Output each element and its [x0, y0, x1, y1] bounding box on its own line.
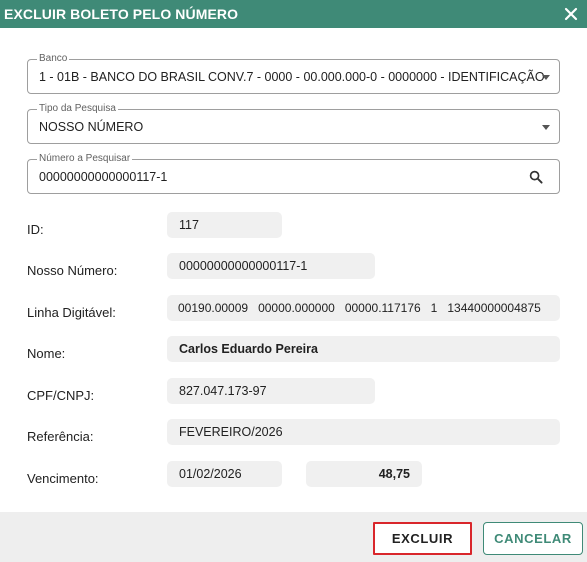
dialog-title: EXCLUIR BOLETO PELO NÚMERO [4, 6, 239, 22]
linha-digitavel-value: 00190.00009 00000.000000 00000.117176 1 … [167, 295, 560, 321]
chevron-down-icon[interactable] [542, 125, 550, 130]
referencia-value: FEVEREIRO/2026 [167, 419, 560, 445]
nosso-numero-value: 00000000000000117-1 [167, 253, 375, 279]
tipo-pesquisa-select[interactable]: Tipo da Pesquisa NOSSO NÚMERO [27, 103, 560, 144]
vencimento-label: Vencimento: [27, 471, 99, 486]
search-button[interactable] [529, 170, 543, 184]
vencimento-date: 01/02/2026 [167, 461, 282, 487]
id-value: 117 [167, 212, 282, 238]
cancelar-button[interactable]: CANCELAR [483, 522, 583, 555]
search-icon [529, 170, 543, 184]
tipo-pesquisa-label: Tipo da Pesquisa [37, 103, 118, 115]
nome-value: Carlos Eduardo Pereira [167, 336, 560, 362]
banco-value: 1 - 01B - BANCO DO BRASIL CONV.7 - 0000 … [39, 70, 545, 84]
banco-label: Banco [37, 53, 70, 65]
chevron-down-icon[interactable] [542, 75, 550, 80]
tipo-pesquisa-value: NOSSO NÚMERO [39, 120, 144, 134]
linha-digitavel-label: Linha Digitável: [27, 305, 116, 320]
numero-pesquisar-label: Número a Pesquisar [37, 153, 133, 165]
numero-pesquisar-input[interactable]: Número a Pesquisar 00000000000000117-1 [27, 153, 560, 194]
numero-pesquisar-value[interactable]: 00000000000000117-1 [39, 170, 167, 184]
cpf-cnpj-label: CPF/CNPJ: [27, 388, 95, 403]
banco-select[interactable]: Banco 1 - 01B - BANCO DO BRASIL CONV.7 -… [27, 53, 560, 94]
excluir-button[interactable]: EXCLUIR [373, 522, 472, 555]
cpf-cnpj-value: 827.047.173-97 [167, 378, 375, 404]
close-icon [564, 7, 578, 21]
valor-amount: 48,75 [306, 461, 422, 487]
dialog-titlebar: EXCLUIR BOLETO PELO NÚMERO [0, 0, 587, 28]
nosso-numero-label: Nosso Número: [27, 263, 118, 278]
nome-label: Nome: [27, 346, 66, 361]
close-button[interactable] [561, 4, 581, 24]
referencia-label: Referência: [27, 429, 94, 444]
id-label: ID: [27, 222, 44, 237]
